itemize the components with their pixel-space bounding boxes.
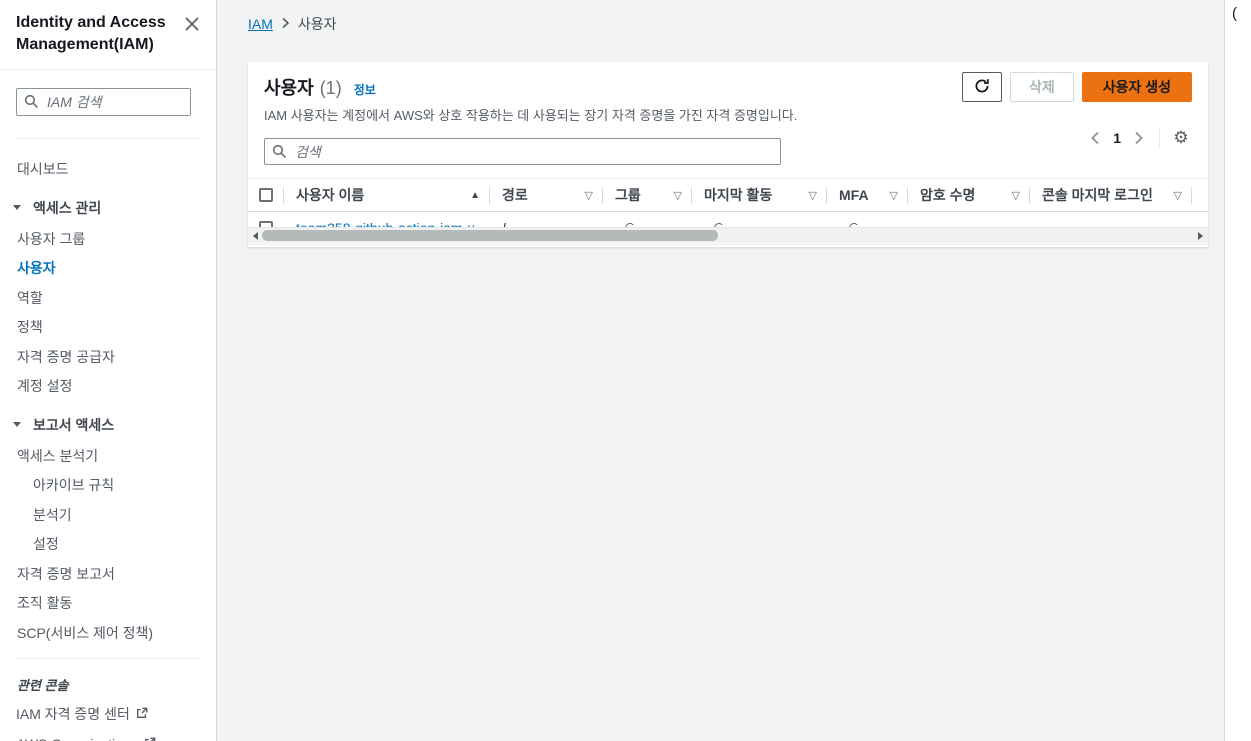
sidebar-header: Identity and Access Management(IAM) bbox=[0, 0, 216, 69]
column-label: 경로 bbox=[502, 187, 528, 203]
page-title: 사용자 bbox=[264, 78, 314, 98]
sortable-icon[interactable]: ▽ bbox=[890, 189, 898, 202]
related-consoles-heading: 관련 콘솔 bbox=[17, 678, 69, 694]
user-count: (1) bbox=[319, 78, 342, 98]
iam-sidebar: Identity and Access Management(IAM) 대시보드… bbox=[0, 0, 217, 741]
section-label: 액세스 관리 bbox=[33, 199, 102, 216]
toolbar: 삭제 사용자 생성 bbox=[961, 72, 1192, 102]
external-link-icon bbox=[136, 706, 148, 722]
column-label: MFA bbox=[839, 187, 869, 203]
column-header-mfa[interactable]: MFA ▽ bbox=[827, 179, 908, 212]
pagination: 1 ⚙ bbox=[1083, 126, 1194, 150]
sort-ascending-icon[interactable]: ▲ bbox=[470, 190, 480, 201]
column-header-console-last-login[interactable]: 콘솔 마지막 로그인 ▽ bbox=[1030, 179, 1192, 212]
sidebar-item-organization-activity[interactable]: 조직 활동 bbox=[0, 589, 216, 619]
right-edge-panel: ( bbox=[1224, 0, 1251, 741]
sidebar-item-policies[interactable]: 정책 bbox=[0, 313, 216, 343]
column-header-groups[interactable]: 그룹 ▽ bbox=[603, 179, 692, 212]
sortable-icon[interactable]: ▽ bbox=[1174, 189, 1182, 202]
refresh-button[interactable] bbox=[961, 72, 1002, 102]
column-label: 마지막 활동 bbox=[704, 187, 773, 203]
column-header-path[interactable]: 경로 ▽ bbox=[490, 179, 603, 212]
main-content: IAM 사용자 사용자 (1) 정보 IAM 사용자는 계정에서 AWS와 상호… bbox=[217, 0, 1224, 741]
breadcrumb-iam-link[interactable]: IAM bbox=[248, 16, 273, 32]
sidebar-section-access-reports[interactable]: 보고서 액세스 bbox=[0, 408, 216, 442]
sidebar-title: Identity and Access Management(IAM) bbox=[16, 14, 166, 53]
delete-button[interactable]: 삭제 bbox=[1009, 72, 1074, 102]
sidebar-item-account-settings[interactable]: 계정 설정 bbox=[0, 372, 216, 402]
sortable-icon[interactable]: ▽ bbox=[1012, 189, 1020, 202]
checkbox-icon[interactable] bbox=[259, 188, 273, 202]
sidebar-item-identity-providers[interactable]: 자격 증명 공급자 bbox=[0, 343, 216, 373]
sidebar-item-access-analyzer[interactable]: 액세스 분석기 bbox=[0, 442, 216, 472]
pagination-divider bbox=[1159, 127, 1160, 149]
caret-down-icon bbox=[13, 422, 21, 428]
sidebar-item-analyzers[interactable]: 분석기 bbox=[0, 501, 216, 531]
column-label: 암호 수명 bbox=[920, 187, 976, 203]
sidebar-item-dashboard[interactable]: 대시보드 bbox=[0, 155, 216, 185]
column-label: 그룹 bbox=[615, 187, 641, 203]
create-user-button[interactable]: 사용자 생성 bbox=[1081, 72, 1192, 102]
column-label: 사용자 이름 bbox=[296, 187, 365, 203]
sortable-icon[interactable]: ▽ bbox=[585, 189, 593, 202]
sidebar-search-input[interactable] bbox=[16, 88, 191, 117]
column-header-user-name[interactable]: 사용자 이름 ▲ bbox=[284, 179, 490, 212]
table-header-row: 사용자 이름 ▲ 경로 ▽ 그룹 ▽ 마지막 활동 ▽ MFA ▽ 암호 수명 … bbox=[248, 179, 1208, 212]
sidebar-item-scp[interactable]: SCP(서비스 제어 정책) bbox=[0, 619, 216, 649]
scroll-right-icon[interactable] bbox=[1193, 228, 1208, 243]
sidebar-nav: 대시보드 액세스 관리 사용자 그룹 사용자 역할 정책 자격 증명 공급자 계… bbox=[0, 139, 216, 648]
iam-console: Identity and Access Management(IAM) 대시보드… bbox=[0, 0, 1251, 741]
scroll-left-icon[interactable] bbox=[248, 228, 263, 243]
sidebar-item-user-groups[interactable]: 사용자 그룹 bbox=[0, 225, 216, 255]
breadcrumb-current: 사용자 bbox=[297, 16, 337, 32]
sidebar-section-access-management[interactable]: 액세스 관리 bbox=[0, 191, 216, 225]
next-page-icon[interactable] bbox=[1127, 126, 1151, 150]
caret-down-icon bbox=[13, 205, 21, 211]
select-all-checkbox[interactable] bbox=[248, 179, 284, 212]
link-label: AWS Organizations bbox=[16, 736, 138, 741]
section-label: 보고서 액세스 bbox=[33, 416, 115, 433]
close-icon[interactable] bbox=[182, 14, 202, 34]
breadcrumb-chevron-icon bbox=[281, 16, 290, 32]
external-link-icon bbox=[144, 736, 156, 741]
column-header-password-age[interactable]: 암호 수명 ▽ bbox=[908, 179, 1030, 212]
sidebar-link-iam-identity-center[interactable]: IAM 자격 증명 센터 bbox=[0, 698, 216, 730]
scrollbar-thumb[interactable] bbox=[262, 230, 718, 241]
column-label: 콘솔 마지막 로그인 bbox=[1042, 187, 1153, 203]
info-link[interactable]: 정보 bbox=[354, 81, 376, 98]
sidebar-item-users[interactable]: 사용자 bbox=[0, 254, 216, 284]
search-icon bbox=[24, 94, 39, 114]
gear-icon[interactable]: ⚙ bbox=[1168, 128, 1194, 148]
sortable-icon[interactable]: ▽ bbox=[674, 189, 682, 202]
sortable-icon[interactable]: ▽ bbox=[809, 189, 817, 202]
horizontal-scrollbar[interactable] bbox=[248, 227, 1208, 243]
previous-page-icon[interactable] bbox=[1083, 126, 1107, 150]
partial-glyph: ( bbox=[1232, 5, 1237, 22]
table-filter-input[interactable] bbox=[264, 138, 781, 165]
sidebar-link-aws-organizations[interactable]: AWS Organizations bbox=[0, 730, 216, 741]
sidebar-item-archive-rules[interactable]: 아카이브 규칙 bbox=[0, 471, 216, 501]
search-icon bbox=[272, 144, 287, 164]
breadcrumb: IAM 사용자 bbox=[217, 0, 1224, 34]
link-label: IAM 자격 증명 센터 bbox=[16, 706, 130, 723]
refresh-icon bbox=[974, 78, 990, 97]
sidebar-item-credential-report[interactable]: 자격 증명 보고서 bbox=[0, 560, 216, 590]
sidebar-item-settings[interactable]: 설정 bbox=[0, 530, 216, 560]
panel-description: IAM 사용자는 계정에서 AWS와 상호 작용하는 데 사용되는 장기 자격 … bbox=[264, 108, 798, 123]
sidebar-item-roles[interactable]: 역할 bbox=[0, 284, 216, 314]
column-header-last-activity[interactable]: 마지막 활동 ▽ bbox=[692, 179, 827, 212]
users-panel: 사용자 (1) 정보 IAM 사용자는 계정에서 AWS와 상호 작용하는 데 … bbox=[248, 62, 1208, 247]
page-number[interactable]: 1 bbox=[1107, 130, 1127, 146]
